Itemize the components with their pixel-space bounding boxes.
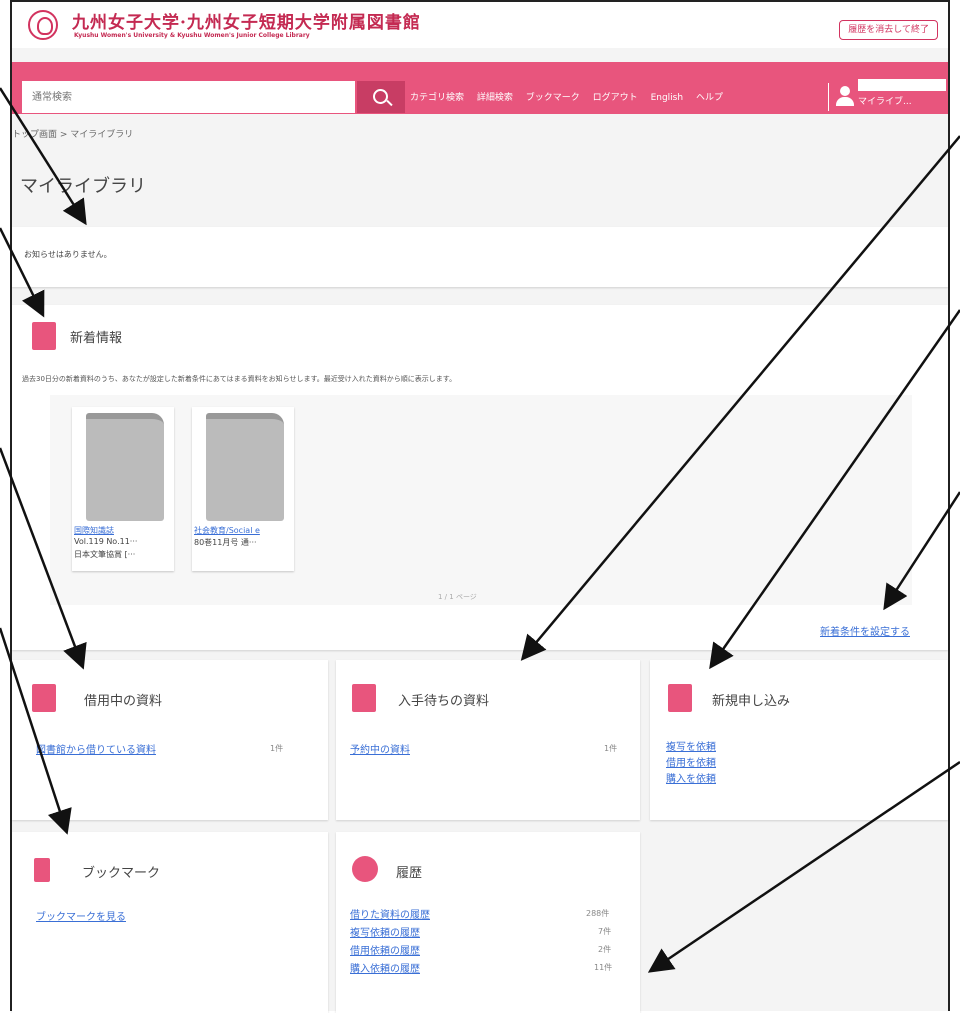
- annotation-arrows: [0, 87, 960, 973]
